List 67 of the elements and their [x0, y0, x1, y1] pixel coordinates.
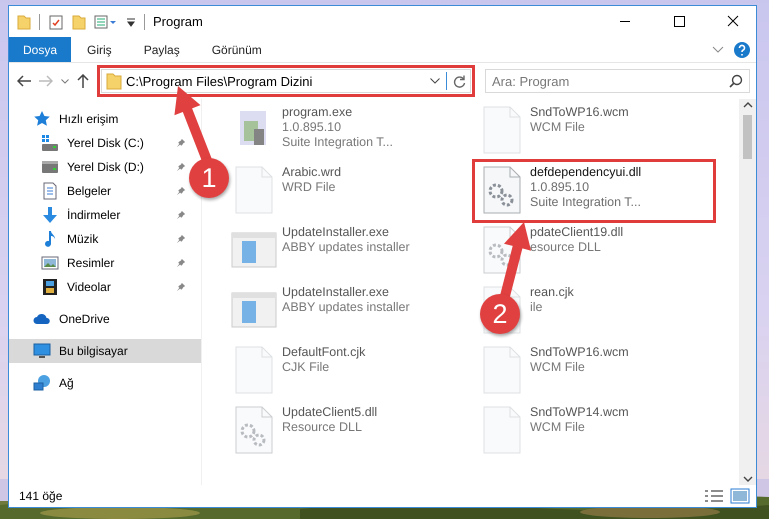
star-icon	[33, 110, 51, 128]
drive-icon	[41, 158, 59, 176]
navigation-item[interactable]: Videolar	[9, 275, 189, 299]
file-name: UpdateInstaller.exe	[282, 225, 390, 240]
view-list-icon[interactable]	[94, 14, 118, 30]
up-button[interactable]	[77, 74, 89, 88]
file-detail: Suite Integration T...	[282, 135, 393, 150]
file-detail: Resource DLL	[282, 420, 363, 435]
expand-ribbon-icon[interactable]	[712, 44, 724, 54]
file-detail: ABBY updates installer	[282, 300, 410, 315]
large-icons-view-icon[interactable]	[730, 488, 750, 504]
navigation-item[interactable]: Hızlı erişim	[9, 107, 189, 131]
file-name: SndToWP14.wcm	[530, 405, 629, 420]
document-icon	[41, 182, 59, 200]
file-name: UpdateClient5.dll	[282, 405, 378, 420]
navigation-item[interactable]: Resimler	[9, 251, 189, 275]
picture-icon	[41, 254, 59, 272]
file-detail: ABBY updates installer	[282, 240, 410, 255]
navigation-item[interactable]: İndirmeler	[9, 203, 189, 227]
file-detail: WCM File	[530, 360, 586, 375]
file-name: DefaultFont.cjk	[282, 345, 366, 360]
scroll-thumb[interactable]	[743, 115, 752, 159]
file-name: Arabic.wrd	[282, 165, 342, 180]
file-detail: ile	[530, 300, 544, 315]
file-name: pdateClient19.dll	[530, 225, 624, 240]
navigation-item[interactable]: Ağ	[9, 371, 189, 395]
file-detail: WCM File	[530, 120, 586, 135]
refresh-button[interactable]	[453, 74, 466, 88]
file-detail: Suite Integration T...	[530, 195, 642, 210]
monitor-icon	[33, 342, 51, 360]
file-name: defdependencyui.dll	[530, 165, 642, 180]
file-name: program.exe	[282, 105, 354, 120]
ribbon-tab[interactable]: Paylaş	[128, 37, 196, 62]
details-view-icon[interactable]	[704, 489, 724, 503]
address-dropdown-button[interactable]	[430, 78, 440, 84]
help-icon[interactable]	[734, 42, 750, 58]
file-detail: 1.0.895.10	[282, 120, 342, 135]
search-field[interactable]: Ara: Program	[485, 69, 750, 93]
film-strip-icon	[41, 278, 59, 296]
network-icon	[33, 374, 51, 392]
download-arrow-icon	[41, 206, 59, 224]
navigation-item[interactable]: Müzik	[9, 227, 189, 251]
folder-icon	[106, 72, 122, 90]
ribbon-tab[interactable]: Giriş	[71, 37, 128, 62]
window-title: Program	[153, 14, 203, 29]
ribbon-tab[interactable]: Görünüm	[196, 37, 278, 62]
file-name: SndToWP16.wcm	[530, 345, 629, 360]
item-count: 141 öğe	[19, 489, 62, 503]
file-name: UpdateInstaller.exe	[282, 285, 390, 300]
file-name: SndToWP16.wcm	[530, 105, 629, 120]
ribbon-tab[interactable]: Dosya	[9, 37, 72, 62]
back-button[interactable]	[17, 75, 31, 87]
recent-locations-button[interactable]	[61, 78, 69, 84]
navigation-item[interactable]: Yerel Disk (C:)	[9, 131, 189, 155]
navigation-item[interactable]: OneDrive	[9, 307, 189, 331]
navigation-item[interactable]: Bu bilgisayar	[9, 339, 201, 363]
properties-icon[interactable]	[48, 14, 64, 30]
file-name: rean.cjk	[530, 285, 574, 300]
file-detail: WRD File	[282, 180, 336, 195]
file-detail: 1.0.895.10	[530, 180, 590, 195]
file-detail: esource DLL	[530, 240, 602, 255]
file-detail: CJK File	[282, 360, 330, 375]
navigation-item[interactable]: Yerel Disk (D:)	[9, 155, 189, 179]
search-icon	[729, 74, 743, 88]
navigation-item[interactable]: Belgeler	[9, 179, 189, 203]
drive-icon	[41, 134, 59, 152]
file-detail: WCM File	[530, 420, 586, 435]
